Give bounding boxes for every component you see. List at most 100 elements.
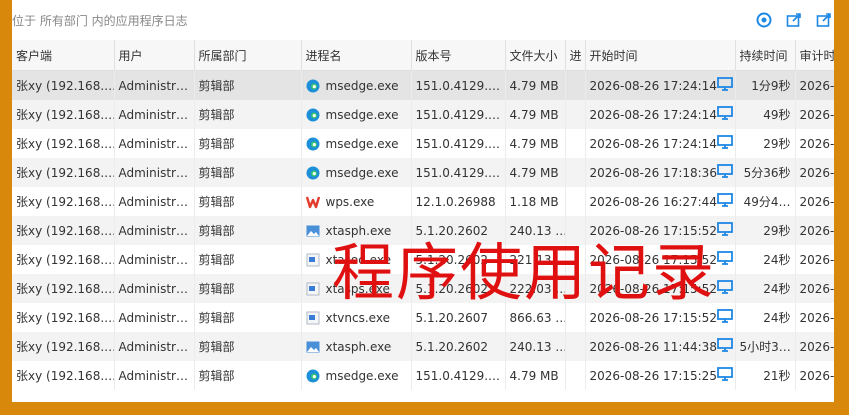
department-cell: 剪辑部	[194, 129, 302, 158]
monitor-icon[interactable]	[717, 106, 733, 123]
duration-cell: 29秒	[735, 216, 796, 245]
refresh-icon[interactable]	[754, 10, 774, 30]
start-time: 2026-08-26 17:24:14	[589, 136, 717, 151]
monitor-icon[interactable]	[717, 193, 733, 210]
share-icon[interactable]	[814, 10, 834, 30]
start-time-cell: 2026-08-26 17:15:52	[585, 245, 736, 274]
process-name: msedge.exe	[325, 136, 399, 151]
user-cell: Administr…	[114, 158, 195, 187]
audit-time-cell: 2026-	[795, 245, 834, 274]
monitor-icon[interactable]	[717, 135, 733, 152]
column-header-department[interactable]: 所属部门	[194, 40, 302, 71]
pid-cell	[565, 70, 586, 100]
table-row[interactable]: 张xy (192.168.… Administr… 剪辑部 msedge.exe…	[12, 129, 834, 158]
version-cell: 151.0.4129.…	[411, 100, 506, 129]
column-header-file-size[interactable]: 文件大小	[505, 40, 566, 71]
table-row[interactable]: 张xy (192.168.… Administr… 剪辑部 wps.exe 12…	[12, 187, 834, 216]
pid-cell	[565, 332, 586, 361]
client-cell: 张xy (192.168.…	[12, 129, 115, 158]
monitor-icon[interactable]	[717, 309, 733, 326]
file-size-cell: 4.79 MB	[505, 158, 566, 187]
duration-cell: 21秒	[735, 361, 796, 390]
file-size-cell: 1.18 MB	[505, 187, 566, 216]
table-row[interactable]: 张xy (192.168.… Administr… 剪辑部 xtasph.exe…	[12, 216, 834, 245]
process-cell: msedge.exe	[301, 361, 412, 390]
client-cell: 张xy (192.168.…	[12, 70, 115, 100]
start-time-cell: 2026-08-26 16:27:44	[585, 187, 736, 216]
department-cell: 剪辑部	[194, 274, 302, 303]
process-cell: xtasps.exe	[301, 274, 412, 303]
table-row[interactable]: 张xy (192.168.… Administr… 剪辑部 msedge.exe…	[12, 158, 834, 187]
duration-cell: 24秒	[735, 274, 796, 303]
audit-time-cell: 2026-	[795, 70, 834, 100]
user-cell: Administr…	[114, 361, 195, 390]
process-cell: msedge.exe	[301, 158, 412, 187]
column-header-pid[interactable]: 进	[565, 40, 586, 71]
column-header-audit-time[interactable]: 审计时	[795, 40, 834, 71]
file-size-cell: 866.63 …	[505, 303, 566, 332]
pid-cell	[565, 361, 586, 390]
monitor-icon[interactable]	[717, 367, 733, 384]
process-name: msedge.exe	[325, 78, 399, 93]
duration-cell: 49分4…	[735, 187, 796, 216]
table-row[interactable]: 张xy (192.168.… Administr… 剪辑部 msedge.exe…	[12, 100, 834, 129]
version-cell: 5.1.20.2602	[411, 274, 506, 303]
column-header-duration[interactable]: 持续时间	[735, 40, 796, 71]
monitor-icon[interactable]	[717, 338, 733, 355]
version-cell: 151.0.4129.…	[411, 70, 506, 100]
log-window: 位于 所有部门 内的应用程序日志 客户端 用户 所属部门 进程名 版本号 文件大…	[12, 0, 834, 402]
monitor-icon[interactable]	[717, 77, 733, 94]
department-cell: 剪辑部	[194, 70, 302, 100]
table-row[interactable]: 张xy (192.168.… Administr… 剪辑部 msedge.exe…	[12, 70, 834, 100]
pid-cell	[565, 187, 586, 216]
table-row[interactable]: 张xy (192.168.… Administr… 剪辑部 msedge.exe…	[12, 361, 834, 390]
user-cell: Administr…	[114, 332, 195, 361]
client-cell: 张xy (192.168.…	[12, 361, 115, 390]
column-header-version[interactable]: 版本号	[411, 40, 506, 71]
start-time-cell: 2026-08-26 17:24:14	[585, 70, 736, 100]
process-cell: wps.exe	[301, 187, 412, 216]
table-row[interactable]: 张xy (192.168.… Administr… 剪辑部 xtasod.exe…	[12, 245, 834, 274]
user-cell: Administr…	[114, 129, 195, 158]
column-header-client[interactable]: 客户端	[12, 40, 115, 71]
client-cell: 张xy (192.168.…	[12, 216, 115, 245]
file-size-cell: 4.79 MB	[505, 100, 566, 129]
start-time: 2026-08-26 17:15:52	[589, 223, 717, 238]
department-cell: 剪辑部	[194, 303, 302, 332]
column-header-user[interactable]: 用户	[114, 40, 195, 71]
client-cell: 张xy (192.168.…	[12, 303, 115, 332]
department-cell: 剪辑部	[194, 216, 302, 245]
process-cell: msedge.exe	[301, 70, 412, 100]
duration-cell: 49秒	[735, 100, 796, 129]
user-cell: Administr…	[114, 245, 195, 274]
pid-cell	[565, 216, 586, 245]
app-log-table: 客户端 用户 所属部门 进程名 版本号 文件大小 进 开始时间 持续时间 审计时…	[12, 40, 834, 390]
table-row[interactable]: 张xy (192.168.… Administr… 剪辑部 xtvncs.exe…	[12, 303, 834, 332]
department-cell: 剪辑部	[194, 187, 302, 216]
start-time: 2026-08-26 17:15:25	[589, 368, 717, 383]
monitor-icon[interactable]	[717, 280, 733, 297]
monitor-icon[interactable]	[717, 222, 733, 239]
start-time: 2026-08-26 11:44:38	[589, 339, 717, 354]
table-row[interactable]: 张xy (192.168.… Administr… 剪辑部 xtasph.exe…	[12, 332, 834, 361]
edge-icon	[306, 369, 320, 383]
pid-cell	[565, 303, 586, 332]
department-cell: 剪辑部	[194, 332, 302, 361]
table-row[interactable]: 张xy (192.168.… Administr… 剪辑部 xtasps.exe…	[12, 274, 834, 303]
start-time-cell: 2026-08-26 17:15:52	[585, 303, 736, 332]
client-cell: 张xy (192.168.…	[12, 245, 115, 274]
export-icon[interactable]	[784, 10, 804, 30]
monitor-icon[interactable]	[717, 251, 733, 268]
start-time-cell: 2026-08-26 17:24:14	[585, 129, 736, 158]
audit-time-cell: 2026-	[795, 158, 834, 187]
duration-cell: 29秒	[735, 129, 796, 158]
column-header-start-time[interactable]: 开始时间	[585, 40, 736, 71]
start-time-cell: 2026-08-26 17:15:52	[585, 216, 736, 245]
start-time-cell: 2026-08-26 17:18:36	[585, 158, 736, 187]
pid-cell	[565, 100, 586, 129]
department-cell: 剪辑部	[194, 158, 302, 187]
column-header-process[interactable]: 进程名	[301, 40, 412, 71]
version-cell: 151.0.4129.…	[411, 361, 506, 390]
monitor-icon[interactable]	[717, 164, 733, 181]
app-icon	[306, 253, 320, 267]
